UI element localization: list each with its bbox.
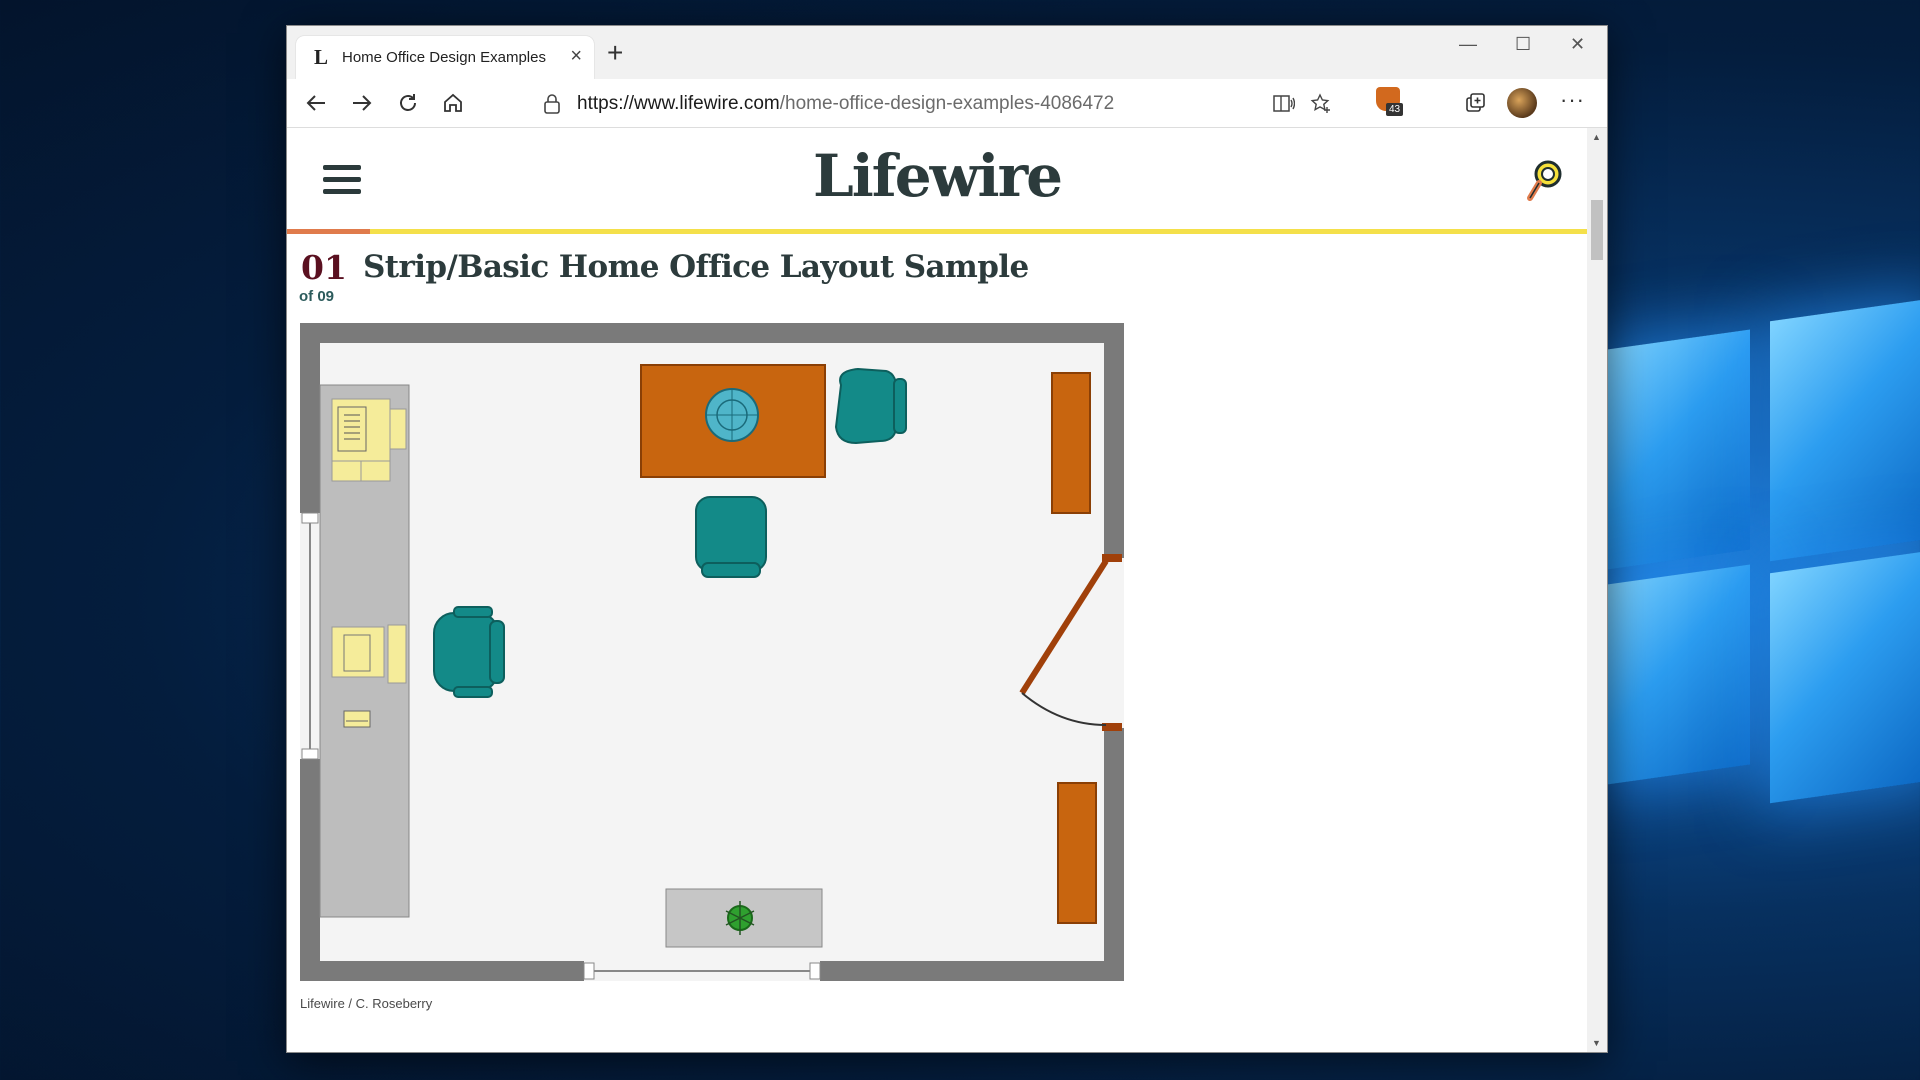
floor-plan-image <box>300 323 1124 981</box>
vertical-scrollbar[interactable]: ▲ ▼ <box>1587 128 1607 1052</box>
url-path: /home-office-design-examples-4086472 <box>779 93 1115 114</box>
add-favorite-button[interactable] <box>1306 90 1336 118</box>
lifewire-logo[interactable]: Lifewire <box>287 142 1587 210</box>
extension-button[interactable]: 43 <box>1376 87 1404 117</box>
maximize-button[interactable]: ☐ <box>1515 34 1531 55</box>
reading-progress-fill <box>287 229 371 234</box>
star-plus-icon <box>1310 93 1330 113</box>
tab-home-office[interactable]: L Home Office Design Examples × <box>296 36 594 79</box>
lifewire-favicon-icon: L <box>314 45 329 69</box>
home-icon <box>444 93 462 112</box>
refresh-icon <box>400 94 416 111</box>
address-bar[interactable]: https://www.lifewire.com/home-office-des… <box>523 86 1347 122</box>
extension-badge-count: 43 <box>1386 103 1404 116</box>
reading-progress-bar <box>287 229 1587 234</box>
windows-logo <box>1580 298 1920 860</box>
navigation-toolbar: https://www.lifewire.com/home-office-des… <box>287 79 1607 128</box>
read-aloud-icon <box>1273 95 1295 112</box>
scrollbar-thumb[interactable] <box>1591 200 1603 260</box>
refresh-button[interactable] <box>393 88 423 118</box>
forward-button[interactable] <box>347 88 377 118</box>
collections-icon <box>1466 93 1485 112</box>
new-tab-button[interactable]: + <box>607 39 623 67</box>
tab-close-icon[interactable]: × <box>570 45 582 68</box>
collections-button[interactable] <box>1460 88 1490 118</box>
step-number: 01 <box>301 248 347 287</box>
page-viewport: Lifewire 01 of 09 Strip/Basic Home Offic… <box>287 128 1587 1052</box>
profile-avatar[interactable] <box>1507 88 1537 118</box>
immersive-reader-button[interactable] <box>1269 90 1299 118</box>
settings-more-button[interactable]: ··· <box>1560 87 1585 113</box>
back-arrow-icon <box>306 95 325 111</box>
url-host: https://www.lifewire.com <box>577 93 780 114</box>
page-title: Strip/Basic Home Office Layout Sample <box>363 249 1029 285</box>
step-of-total: of 09 <box>299 288 335 305</box>
browser-window: L Home Office Design Examples × + — ☐ ✕ … <box>286 25 1608 1053</box>
window-close-button[interactable]: ✕ <box>1570 34 1585 55</box>
search-icon[interactable] <box>1524 158 1564 204</box>
tab-bar: L Home Office Design Examples × + — ☐ ✕ <box>287 26 1607 79</box>
forward-arrow-icon <box>353 95 372 111</box>
back-button[interactable] <box>301 88 331 118</box>
scroll-down-arrow-icon[interactable]: ▼ <box>1592 1038 1601 1048</box>
lock-icon[interactable] <box>541 92 563 116</box>
scroll-up-arrow-icon[interactable]: ▲ <box>1592 132 1601 142</box>
url-text[interactable]: https://www.lifewire.com/home-office-des… <box>577 93 1114 115</box>
tab-title: Home Office Design Examples <box>342 49 546 66</box>
minimize-button[interactable]: — <box>1459 34 1477 55</box>
image-caption: Lifewire / C. Roseberry <box>300 996 433 1011</box>
home-button[interactable] <box>438 88 468 118</box>
